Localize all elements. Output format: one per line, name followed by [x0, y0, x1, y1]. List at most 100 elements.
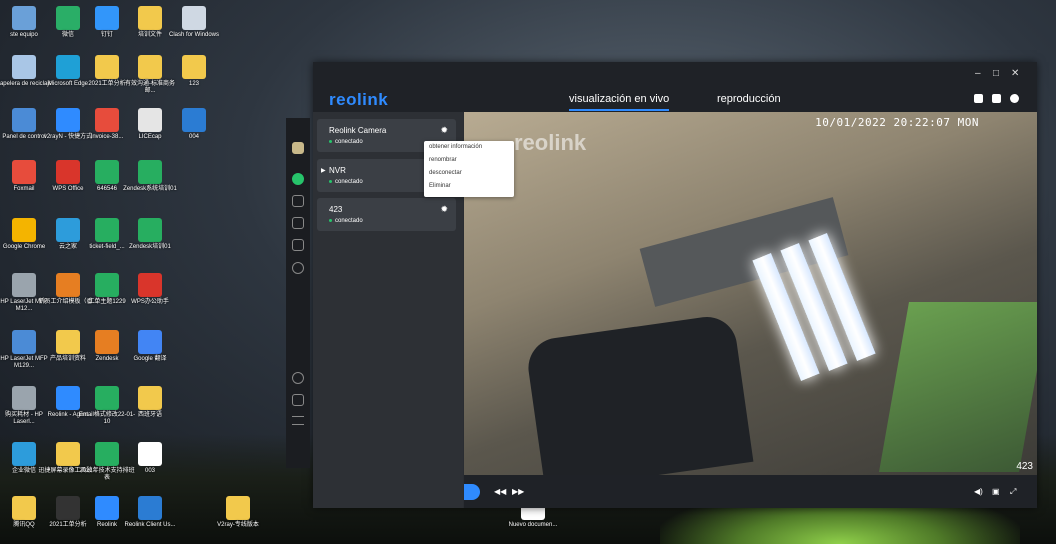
lock-icon[interactable] [992, 94, 1001, 103]
desktop-icon[interactable]: Google 翻译 [120, 330, 180, 363]
account-icon[interactable] [292, 142, 304, 154]
scanner-icon [12, 330, 36, 354]
desktop-icon[interactable]: Reolink Client Us... [120, 496, 180, 529]
device-status: conectado [329, 139, 363, 145]
device-context-menu: obtener información renombrar desconecta… [424, 141, 514, 197]
qq-icon [12, 496, 36, 520]
folder-icon [182, 55, 206, 79]
word-icon [138, 496, 162, 520]
desktop-icon-label: 003 [144, 468, 155, 474]
device-status-label: conectado [335, 139, 363, 145]
desktop-icon[interactable]: 123 [164, 55, 224, 88]
reolink-logo: reolink [329, 90, 389, 109]
volume-icon[interactable]: ◀) [974, 487, 983, 496]
sheet-icon [95, 386, 119, 410]
control-panel-icon [12, 108, 36, 132]
sheet-icon [95, 273, 119, 297]
folder-icon[interactable] [292, 239, 304, 251]
office-chair [524, 313, 754, 475]
licecap-icon [138, 108, 162, 132]
green-wall [879, 302, 1037, 472]
collapse-sidebar-button[interactable] [464, 484, 480, 500]
wps-icon [138, 273, 162, 297]
reolink-app-window: reolink visualización en vivo reproducci… [286, 62, 1037, 508]
close-button[interactable]: ✕ [1011, 68, 1019, 79]
translate-icon [138, 330, 162, 354]
desktop-icon-label: 123 [188, 81, 199, 87]
users-icon[interactable] [292, 195, 304, 207]
reolink-icon [95, 496, 119, 520]
menu-item-delete[interactable]: Eliminar [424, 180, 514, 193]
devices-icon[interactable] [292, 173, 304, 185]
previous-button[interactable]: ◀◀ [494, 487, 506, 496]
desktop-icon[interactable]: WPS办公助手 [120, 273, 180, 306]
cube-icon[interactable] [292, 217, 304, 229]
desktop-icon-label: WPS办公助手 [131, 299, 169, 305]
fullscreen-icon[interactable]: ⤢ [1010, 487, 1016, 497]
disable-icon[interactable] [292, 372, 304, 384]
ppt-icon [95, 330, 119, 354]
folder-icon [138, 55, 162, 79]
layout-icon[interactable]: ▣ [992, 487, 1000, 496]
device-name: Reolink Camera [329, 126, 387, 135]
maximize-button[interactable]: □ [993, 68, 999, 79]
device-status: conectado [329, 218, 363, 224]
desktop-icon-label: Google 翻译 [133, 356, 167, 362]
status-dot [329, 179, 332, 183]
menu-item-get-info[interactable]: obtener información [424, 141, 514, 154]
tablet-icon[interactable] [292, 394, 304, 406]
word-icon [182, 108, 206, 132]
minimize-button[interactable]: – [975, 68, 981, 79]
device-name: 423 [329, 205, 343, 214]
sheet-icon [138, 160, 162, 184]
doc-icon [138, 442, 162, 466]
menu-icon[interactable] [292, 416, 304, 425]
expand-icon[interactable]: ▶ [321, 167, 326, 174]
status-dot [329, 139, 332, 143]
device-item-423[interactable]: 423 conectado ✹ [317, 198, 456, 231]
menu-item-rename[interactable]: renombrar [424, 154, 514, 167]
desktop-icon[interactable]: 西班牙语 [120, 386, 180, 419]
sheet-icon [95, 218, 119, 242]
computer-icon [12, 6, 36, 30]
desktop-icon-label: Reolink Client Us... [124, 522, 176, 528]
device-status: conectado [329, 179, 363, 185]
add-device-icon[interactable] [974, 94, 983, 103]
live-video-feed[interactable]: reolink 10/01/2022 20:22:07 MON 423 [464, 112, 1037, 475]
desktop-icon-label: Zendesk系统培训01 [123, 186, 177, 192]
desktop-icon-label: Clash for Windows [168, 32, 219, 38]
desktop-icon[interactable]: Zendesk系统培训01 [120, 160, 180, 193]
chrome-icon [12, 218, 36, 242]
clash-icon [182, 6, 206, 30]
video-watermark: reolink [514, 130, 587, 155]
settings-icon[interactable] [1010, 94, 1019, 103]
desktop-icon[interactable]: 004 [164, 108, 224, 141]
dingtalk-icon [95, 6, 119, 30]
menu-item-disconnect[interactable]: desconectar [424, 167, 514, 180]
desktop-icon[interactable]: 003 [120, 442, 180, 475]
printer-icon [12, 386, 36, 410]
desktop-icon-label: 004 [188, 134, 199, 140]
device-status-label: conectado [335, 218, 363, 224]
folder-icon [226, 496, 250, 520]
folder-icon [138, 386, 162, 410]
device-settings-icon[interactable]: ✹ [440, 204, 448, 215]
desktop-icon[interactable]: V2ray-专线版本 [208, 496, 268, 529]
status-dot [329, 218, 332, 222]
device-status-label: conectado [335, 179, 363, 185]
pdf-icon [95, 108, 119, 132]
device-name: NVR [329, 166, 346, 175]
desktop-icon-label: Nuevo documen... [508, 522, 558, 528]
tab-live-view[interactable]: visualización en vivo [569, 93, 670, 111]
tab-playback[interactable]: reproducción [717, 93, 781, 105]
config-icon[interactable] [292, 262, 304, 274]
desktop-icon-label: 西班牙语 [137, 412, 162, 418]
device-settings-icon[interactable]: ✹ [440, 125, 448, 136]
foxmail-icon [12, 160, 36, 184]
desktop-icon-label: Zendesk培训01 [129, 244, 171, 250]
app-topbar: reolink visualización en vivo reproducci… [313, 62, 1037, 112]
next-button[interactable]: ▶▶ [512, 487, 524, 496]
video-timestamp: 10/01/2022 20:22:07 MON [815, 116, 979, 129]
desktop-icon[interactable]: Clash for Windows [164, 6, 224, 39]
desktop-icon[interactable]: Zendesk培训01 [120, 218, 180, 251]
